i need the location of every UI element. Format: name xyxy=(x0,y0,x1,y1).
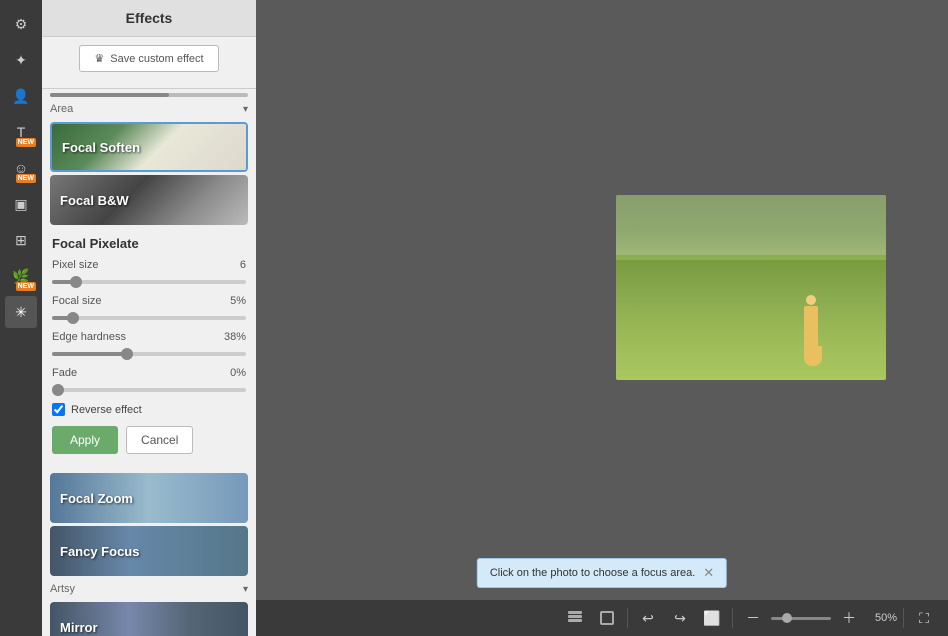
layers-icon[interactable] xyxy=(561,604,589,632)
fancy-focus-label: Fancy Focus xyxy=(50,544,149,559)
focal-pixelate-title: Focal Pixelate xyxy=(52,236,246,251)
tooltip-close-button[interactable]: ✕ xyxy=(703,565,714,581)
zoom-slider[interactable] xyxy=(771,617,831,620)
fullscreen-icon[interactable]: ⛶ xyxy=(910,604,938,632)
zoom-percentage: 50% xyxy=(867,612,897,624)
apply-button[interactable]: Apply xyxy=(52,426,118,454)
adjustments-icon[interactable]: ⚙ xyxy=(5,8,37,40)
pixel-size-input[interactable] xyxy=(52,280,246,284)
fade-input[interactable] xyxy=(52,388,246,392)
artsy-dropdown-arrow[interactable]: ▾ xyxy=(243,584,248,595)
effects-scroll-area[interactable]: Area ▾ Focal Soften Focal B&W Focal Pixe… xyxy=(42,89,256,636)
crop-icon[interactable] xyxy=(593,604,621,632)
crown-icon: ♛ xyxy=(94,52,104,65)
main-area: Click on the photo to choose a focus are… xyxy=(256,0,948,636)
compare-icon[interactable]: ⬜ xyxy=(698,604,726,632)
zoom-in-icon[interactable]: ＋ xyxy=(835,604,863,632)
fade-label: Fade xyxy=(52,367,77,379)
frame-icon[interactable]: ▣ xyxy=(5,188,37,220)
mirror-label: Mirror xyxy=(50,620,108,635)
bottom-toolbar: ↩ ↪ ⬜ － ＋ 50% ⛶ xyxy=(256,600,948,636)
tooltip-text: Click on the photo to choose a focus are… xyxy=(490,567,695,579)
action-buttons-row: Apply Cancel xyxy=(52,426,246,454)
section-artsy-label: Artsy ▾ xyxy=(42,579,256,599)
fade-value: 0% xyxy=(230,367,246,379)
photo-preview[interactable] xyxy=(616,195,886,380)
photo-preview-inner xyxy=(616,195,886,380)
mirror-thumb[interactable]: Mirror xyxy=(50,602,248,636)
text-icon[interactable]: T NEW xyxy=(5,116,37,148)
edge-hardness-input[interactable] xyxy=(52,352,246,356)
focal-bw-label: Focal B&W xyxy=(50,193,139,208)
fancy-focus-thumb[interactable]: Fancy Focus xyxy=(50,526,248,576)
panel-title: Effects xyxy=(42,0,256,37)
pixel-size-slider-row: Pixel size 6 xyxy=(52,259,246,287)
scroll-indicator xyxy=(50,93,248,97)
figure-body xyxy=(804,306,818,346)
new-badge-sticker: NEW xyxy=(16,174,36,183)
pixel-size-label: Pixel size xyxy=(52,259,98,271)
focal-size-value: 5% xyxy=(230,295,246,307)
focal-pixelate-panel: Focal Pixelate Pixel size 6 Focal size 5… xyxy=(42,228,256,470)
sticker-icon[interactable]: ☺ NEW xyxy=(5,152,37,184)
focal-size-slider-row: Focal size 5% xyxy=(52,295,246,323)
edge-hardness-slider-row: Edge hardness 38% xyxy=(52,331,246,359)
focal-soften-label: Focal Soften xyxy=(52,140,150,155)
cancel-button[interactable]: Cancel xyxy=(126,426,193,454)
effects-active-icon[interactable]: ✳ xyxy=(5,296,37,328)
new-badge-overlay: NEW xyxy=(16,282,36,291)
left-toolbar: ⚙ ✦ 👤 T NEW ☺ NEW ▣ ⊞ 🌿 NEW ✳ xyxy=(0,0,42,636)
zoom-out-icon[interactable]: － xyxy=(739,604,767,632)
focal-zoom-label: Focal Zoom xyxy=(50,491,143,506)
photo-field xyxy=(616,260,886,380)
effects-panel: Effects ♛ Save custom effect Area ▾ Foca… xyxy=(42,0,256,636)
portrait-icon[interactable]: 👤 xyxy=(5,80,37,112)
new-badge-text: NEW xyxy=(16,138,36,147)
pixel-size-value: 6 xyxy=(240,259,246,271)
magic-icon[interactable]: ✦ xyxy=(5,44,37,76)
focus-area-tooltip: Click on the photo to choose a focus are… xyxy=(477,558,727,588)
reverse-effect-row: Reverse effect xyxy=(52,403,246,416)
focal-soften-thumb[interactable]: Focal Soften xyxy=(50,122,248,172)
reverse-effect-checkbox[interactable] xyxy=(52,403,65,416)
reverse-effect-label[interactable]: Reverse effect xyxy=(71,404,142,416)
focal-bw-thumb[interactable]: Focal B&W xyxy=(50,175,248,225)
edge-hardness-value: 38% xyxy=(224,331,246,343)
separator-2 xyxy=(732,608,733,628)
photo-sky xyxy=(616,195,886,255)
redo-icon[interactable]: ↪ xyxy=(666,604,694,632)
separator-1 xyxy=(627,608,628,628)
focal-zoom-thumb[interactable]: Focal Zoom xyxy=(50,473,248,523)
focal-size-label: Focal size xyxy=(52,295,102,307)
undo-icon[interactable]: ↩ xyxy=(634,604,662,632)
separator-3 xyxy=(903,608,904,628)
fade-slider-row: Fade 0% xyxy=(52,367,246,395)
area-dropdown-arrow[interactable]: ▾ xyxy=(243,104,248,115)
section-area-label: Area ▾ xyxy=(42,99,256,119)
overlay-icon[interactable]: 🌿 NEW xyxy=(5,260,37,292)
save-custom-effect-button[interactable]: ♛ Save custom effect xyxy=(79,45,218,72)
canvas-area[interactable] xyxy=(256,0,948,600)
photo-figure xyxy=(804,295,818,370)
focal-size-input[interactable] xyxy=(52,316,246,320)
figure-head xyxy=(806,295,816,305)
texture-icon[interactable]: ⊞ xyxy=(5,224,37,256)
edge-hardness-label: Edge hardness xyxy=(52,331,126,343)
figure-skirt xyxy=(804,346,822,366)
